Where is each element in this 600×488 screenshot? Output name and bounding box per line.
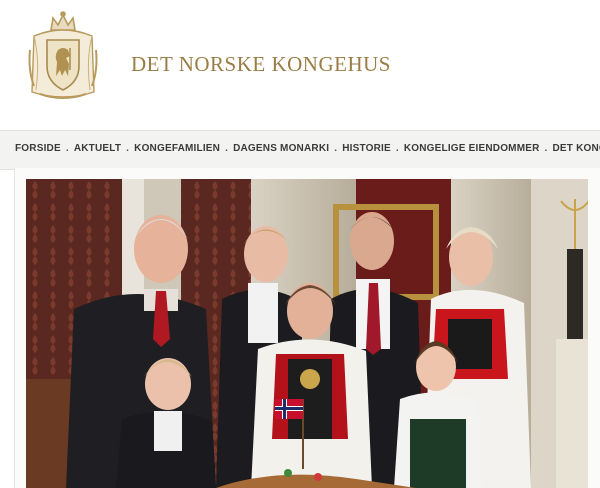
nav-separator: .	[544, 143, 548, 154]
nav-separator: .	[334, 143, 338, 154]
nav-separator: .	[65, 143, 69, 154]
nav-list: FORSIDE. AKTUELT. KONGEFAMILIEN. DAGENS MON…	[15, 143, 600, 154]
nav-item-historie[interactable]: HISTORIE	[342, 143, 391, 154]
nav-separator: .	[225, 143, 229, 154]
royal-coat-of-arms-icon[interactable]	[26, 10, 100, 104]
nav-item-kongefamilien[interactable]: KONGEFAMILIEN	[134, 143, 220, 154]
nav-item-forside[interactable]: FORSIDE	[15, 143, 61, 154]
nav-separator: .	[126, 143, 130, 154]
royal-family-photo[interactable]	[26, 179, 588, 488]
site-title[interactable]: DET NORSKE KONGEHUS	[131, 52, 391, 77]
nav-item-dagens-monarki[interactable]: DAGENS MONARKI	[233, 143, 329, 154]
site-header: DET NORSKE KONGEHUS	[0, 0, 600, 130]
nav-item-kongelige-eiendommer[interactable]: KONGELIGE EIENDOMMER	[404, 143, 540, 154]
main-navigation: FORSIDE. AKTUELT. KONGEFAMILIEN. DAGENS MON…	[0, 130, 600, 170]
nav-item-aktuelt[interactable]: AKTUELT	[74, 143, 121, 154]
main-content	[14, 168, 600, 488]
nav-separator: .	[395, 143, 399, 154]
nav-item-det-kongelige-hoff[interactable]: DET KONGELIGE HO	[553, 143, 600, 154]
